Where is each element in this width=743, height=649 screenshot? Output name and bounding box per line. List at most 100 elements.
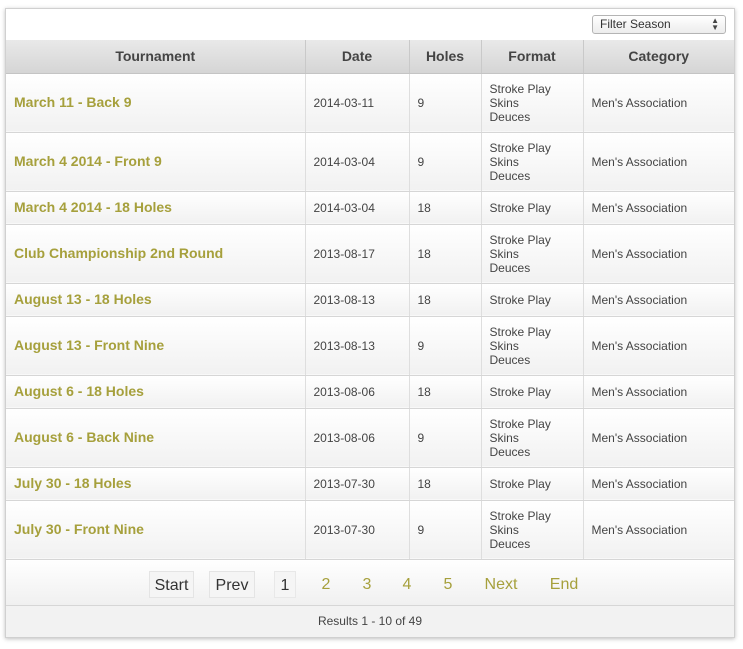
- tournament-cell: July 30 - 18 Holes: [6, 467, 306, 501]
- format-cell: Stroke Play Skins Deuces: [481, 224, 584, 284]
- table-row: August 13 - 18 Holes 2013-08-13 18 Stroke P…: [6, 283, 734, 317]
- holes-cell: 18: [409, 283, 482, 317]
- format-cell: Stroke Play: [481, 467, 584, 501]
- format-cell: Stroke Play Skins Deuces: [481, 132, 584, 192]
- tournament-cell: March 11 - Back 9: [6, 73, 306, 133]
- tournament-link[interactable]: March 11 - Back 9: [14, 94, 132, 110]
- holes-cell: 9: [409, 316, 482, 376]
- category-cell: Men's Association: [583, 408, 734, 468]
- pagination-end[interactable]: End: [544, 571, 584, 598]
- table-header-row: Tournament Date Holes Format Category: [6, 40, 734, 74]
- header-category[interactable]: Category: [583, 40, 734, 74]
- holes-cell: 18: [409, 467, 482, 501]
- format-item: Skins: [489, 338, 519, 353]
- date-cell: 2013-08-06: [305, 375, 410, 409]
- tournament-cell: March 4 2014 - 18 Holes: [6, 191, 306, 225]
- holes-cell: 18: [409, 224, 482, 284]
- format-item: Stroke Play: [489, 232, 551, 247]
- format-item: Deuces: [489, 444, 531, 459]
- format-item: Stroke Play: [489, 292, 551, 307]
- format-item: Deuces: [489, 536, 531, 551]
- format-item: Skins: [489, 246, 519, 261]
- tournament-link[interactable]: August 13 - 18 Holes: [14, 291, 152, 307]
- tournament-link[interactable]: August 6 - 18 Holes: [14, 383, 144, 399]
- filter-season-label: Filter Season: [600, 17, 671, 31]
- holes-cell: 9: [409, 500, 482, 560]
- format-cell: Stroke Play Skins Deuces: [481, 73, 584, 133]
- format-item: Skins: [489, 95, 519, 110]
- select-arrows-icon: ▲ ▼: [711, 16, 719, 32]
- holes-cell: 9: [409, 73, 482, 133]
- pagination-prev[interactable]: Prev: [209, 570, 255, 598]
- table-row: March 11 - Back 9 2014-03-11 9 Stroke Play S…: [6, 73, 734, 133]
- format-item: Deuces: [489, 168, 531, 183]
- format-item: Deuces: [489, 260, 531, 275]
- date-cell: 2013-08-13: [305, 316, 410, 376]
- tournament-link[interactable]: March 4 2014 - Front 9: [14, 153, 162, 169]
- tournament-link[interactable]: August 6 - Back Nine: [14, 429, 154, 445]
- header-format[interactable]: Format: [481, 40, 584, 74]
- format-cell: Stroke Play Skins Deuces: [481, 408, 584, 468]
- format-item: Stroke Play: [489, 384, 551, 399]
- results-count: Results 1 - 10 of 49: [6, 605, 734, 637]
- tournament-link[interactable]: March 4 2014 - 18 Holes: [14, 199, 172, 215]
- date-cell: 2013-08-13: [305, 283, 410, 317]
- category-cell: Men's Association: [583, 73, 734, 133]
- format-item: Stroke Play: [489, 508, 551, 523]
- category-cell: Men's Association: [583, 467, 734, 501]
- holes-cell: 18: [409, 191, 482, 225]
- category-cell: Men's Association: [583, 132, 734, 192]
- category-cell: Men's Association: [583, 191, 734, 225]
- format-item: Deuces: [489, 352, 531, 367]
- pagination-next[interactable]: Next: [479, 571, 523, 598]
- holes-cell: 9: [409, 132, 482, 192]
- format-cell: Stroke Play: [481, 375, 584, 409]
- pagination-page-1[interactable]: 1: [274, 570, 296, 598]
- format-cell: Stroke Play Skins Deuces: [481, 316, 584, 376]
- tournament-cell: August 6 - 18 Holes: [6, 375, 306, 409]
- date-cell: 2013-08-17: [305, 224, 410, 284]
- pagination-start[interactable]: Start: [149, 570, 194, 598]
- date-cell: 2014-03-04: [305, 132, 410, 192]
- pagination-page-4[interactable]: 4: [396, 571, 418, 598]
- header-tournament[interactable]: Tournament: [6, 40, 306, 74]
- format-item: Skins: [489, 522, 519, 537]
- table-row: March 4 2014 - Front 9 2014-03-04 9 Stroke …: [6, 132, 734, 192]
- date-cell: 2013-07-30: [305, 500, 410, 560]
- date-cell: 2014-03-11: [305, 73, 410, 133]
- table-row: March 4 2014 - 18 Holes 2014-03-04 18 Strok…: [6, 191, 734, 225]
- table-row: August 6 - Back Nine 2013-08-06 9 Stroke Pl…: [6, 408, 734, 468]
- pagination-page-3[interactable]: 3: [356, 571, 378, 598]
- format-item: Deuces: [489, 109, 531, 124]
- table-row: July 30 - Front Nine 2013-07-30 9 Stroke Pl…: [6, 500, 734, 560]
- pagination: Start Prev 1 2 3 4 5 Next End: [6, 559, 734, 606]
- tournament-cell: August 13 - 18 Holes: [6, 283, 306, 317]
- tournament-cell: March 4 2014 - Front 9: [6, 132, 306, 192]
- table-row: August 6 - 18 Holes 2013-08-06 18 Stroke Pl…: [6, 375, 734, 409]
- tournament-cell: August 6 - Back Nine: [6, 408, 306, 468]
- format-item: Skins: [489, 154, 519, 169]
- header-date[interactable]: Date: [305, 40, 410, 74]
- date-cell: 2014-03-04: [305, 191, 410, 225]
- pagination-page-5[interactable]: 5: [437, 571, 459, 598]
- tournament-cell: July 30 - Front Nine: [6, 500, 306, 560]
- tournament-cell: Club Championship 2nd Round: [6, 224, 306, 284]
- tournament-table: Tournament Date Holes Format Category Ma…: [6, 40, 734, 560]
- tournament-link[interactable]: Club Championship 2nd Round: [14, 245, 223, 261]
- date-cell: 2013-07-30: [305, 467, 410, 501]
- tournament-link[interactable]: July 30 - Front Nine: [14, 521, 144, 537]
- header-holes[interactable]: Holes: [409, 40, 482, 74]
- holes-cell: 18: [409, 375, 482, 409]
- format-item: Stroke Play: [489, 416, 551, 431]
- tournament-link[interactable]: August 13 - Front Nine: [14, 337, 164, 353]
- filter-season-select[interactable]: Filter Season ▲ ▼: [592, 15, 726, 34]
- pagination-page-2[interactable]: 2: [315, 571, 337, 598]
- category-cell: Men's Association: [583, 283, 734, 317]
- tournament-link[interactable]: July 30 - 18 Holes: [14, 475, 132, 491]
- table-row: Club Championship 2nd Round 2013-08-17 18 S…: [6, 224, 734, 284]
- tournament-panel: Filter Season ▲ ▼ Tournament Date Holes F…: [5, 8, 735, 638]
- format-item: Stroke Play: [489, 140, 551, 155]
- filter-bar: Filter Season ▲ ▼: [6, 9, 734, 40]
- category-cell: Men's Association: [583, 316, 734, 376]
- table-row: August 13 - Front Nine 2013-08-13 9 Stroke …: [6, 316, 734, 376]
